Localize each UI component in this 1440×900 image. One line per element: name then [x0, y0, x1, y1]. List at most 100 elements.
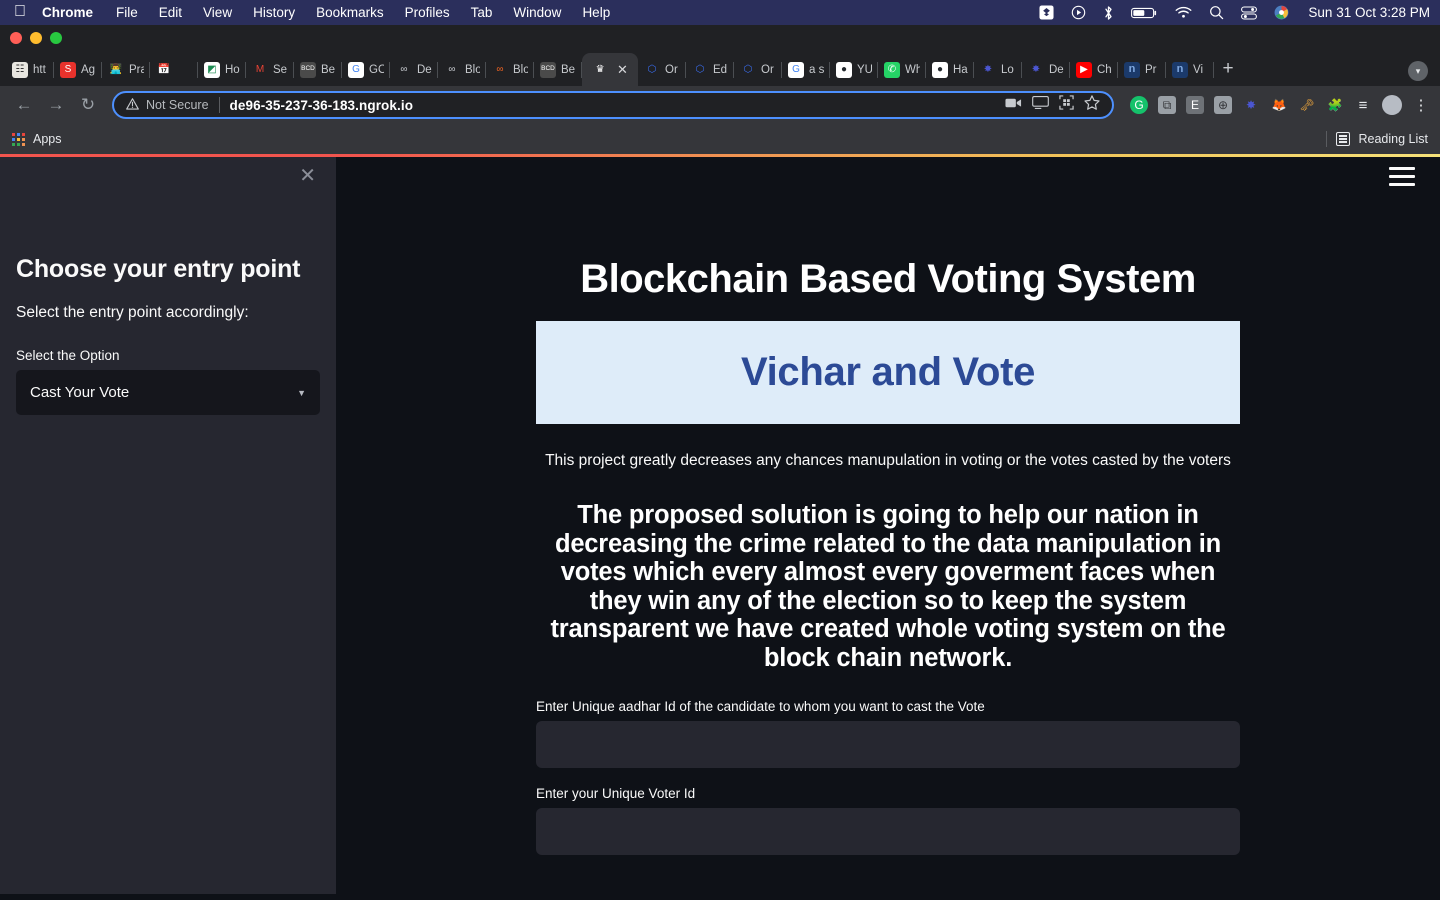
back-button[interactable]: ← [10, 91, 38, 119]
address-bar[interactable]: Not Secure de96-35-237-36-183.ngrok.io [112, 91, 1114, 119]
browser-tab[interactable]: S Ag [54, 53, 102, 86]
chrome-browser-window: ☷ htt S Ag 👨‍💻 Pra 📅 ◩ Ho M Se BCD Be G GO ∞ De ∞ Blo ∞ Blo B… [0, 25, 1440, 894]
menu-help[interactable]: Help [582, 5, 610, 20]
tab-favicon-icon: 📅 [157, 63, 171, 75]
menu-window[interactable]: Window [513, 5, 561, 20]
browser-tab[interactable]: ✆ Wh [878, 53, 926, 86]
menu-file[interactable]: File [116, 5, 138, 20]
chrome-menu-icon[interactable]: ⋮ [1412, 96, 1430, 114]
aadhar-field-label: Enter Unique aadhar Id of the candidate … [536, 699, 985, 715]
browser-tab[interactable]: ⬡ Or [734, 53, 782, 86]
loom-icon[interactable]: ✸ [1242, 96, 1260, 114]
tab-label: Pra [129, 63, 144, 76]
streamlit-main-area: Blockchain Based Voting System Vichar an… [336, 154, 1440, 894]
menu-history[interactable]: History [253, 5, 295, 20]
browser-tab[interactable]: ▶ Ch [1070, 53, 1118, 86]
browser-tab[interactable]: n Vi [1166, 53, 1214, 86]
apps-grid-icon[interactable] [12, 132, 25, 146]
tab-favicon-icon: ♛ [595, 63, 605, 75]
evernote-icon[interactable]: E [1186, 96, 1204, 114]
browser-tab[interactable]: 📅 [150, 53, 198, 86]
browser-tab[interactable]: ∞ Blo [486, 53, 534, 86]
spotlight-search-icon[interactable] [1209, 5, 1224, 20]
menu-bookmarks[interactable]: Bookmarks [316, 5, 384, 20]
voter-field-group: Enter your Unique Voter Id [536, 786, 1240, 856]
tab-label: Wh [905, 63, 920, 76]
browser-tab[interactable]: ● YU [830, 53, 878, 86]
browser-tab[interactable]: G GO [342, 53, 390, 86]
tab-label: Or [761, 63, 774, 76]
hamburger-menu-icon[interactable] [1389, 167, 1415, 186]
metamask-fox-icon[interactable]: 🦊 [1270, 96, 1288, 114]
wifi-icon[interactable] [1175, 6, 1192, 19]
aadhar-id-input[interactable] [536, 721, 1240, 769]
tab-favicon-icon: ✸ [1031, 63, 1041, 75]
macos-menu-bar:  Chrome File Edit View History Bookmark… [0, 0, 1440, 25]
video-camera-icon[interactable] [1005, 96, 1022, 114]
menu-profiles[interactable]: Profiles [405, 5, 450, 20]
voter-field-label: Enter your Unique Voter Id [536, 786, 696, 802]
browser-tab[interactable]: ● Ha [926, 53, 974, 86]
browser-tab-active[interactable]: ♛ ✕ [582, 53, 638, 86]
grammarly-icon[interactable]: G [1130, 96, 1148, 114]
battery-icon[interactable] [1131, 6, 1158, 20]
profile-avatar-icon[interactable] [1382, 95, 1402, 115]
menu-bar-clock[interactable]: Sun 31 Oct 3:28 PM [1308, 5, 1430, 20]
bluetooth-icon[interactable] [1103, 5, 1114, 21]
dropbox-icon[interactable] [1039, 5, 1054, 20]
tab-favicon-icon: G [788, 61, 804, 78]
browser-tab[interactable]: n Pr [1118, 53, 1166, 86]
menu-edit[interactable]: Edit [159, 5, 182, 20]
browser-tab[interactable]: ✸ Lo [974, 53, 1022, 86]
new-tab-button[interactable]: + [1214, 55, 1242, 83]
browser-tab[interactable]: BCD Be [294, 53, 342, 86]
url-text[interactable]: de96-35-237-36-183.ngrok.io [230, 98, 414, 113]
browser-tab[interactable]: ◩ Ho [198, 53, 246, 86]
entry-point-select-value: Cast Your Vote [30, 384, 130, 401]
tab-search-icon[interactable]: ▾ [1408, 61, 1428, 81]
user-avatar-icon[interactable] [1274, 5, 1289, 20]
apple-logo-icon[interactable]:  [14, 3, 26, 20]
browser-tab[interactable]: ⬡ Or [638, 53, 686, 86]
tab-close-icon[interactable]: ✕ [617, 63, 628, 76]
streamlit-sidebar: ✕ Choose your entry point Select the ent… [0, 154, 336, 894]
menu-view[interactable]: View [203, 5, 232, 20]
maximize-window-button[interactable] [50, 32, 62, 44]
clipboard-icon[interactable]: ⧉ [1158, 96, 1176, 114]
bookmarks-divider [1325, 131, 1327, 147]
reload-button[interactable]: ↻ [74, 91, 102, 119]
browser-tab[interactable]: BCD Be [534, 53, 582, 86]
voter-id-input[interactable] [536, 808, 1240, 856]
page-content: Blockchain Based Voting System Vichar an… [536, 154, 1240, 856]
bookmark-apps-label[interactable]: Apps [33, 132, 62, 146]
menu-tab[interactable]: Tab [471, 5, 493, 20]
browser-tab[interactable]: ∞ De [390, 53, 438, 86]
puzzle-extensions-icon[interactable]: 🧩 [1326, 96, 1344, 114]
browser-tab[interactable]: ∞ Blo [438, 53, 486, 86]
browser-tab[interactable]: Ga s [782, 53, 830, 86]
reading-list-icon[interactable] [1335, 132, 1350, 146]
bookmark-star-icon[interactable] [1084, 95, 1100, 115]
globe-icon[interactable]: ⊕ [1214, 96, 1232, 114]
browser-tab[interactable]: ✸ De [1022, 53, 1070, 86]
tab-label: Lo [1001, 63, 1014, 76]
forward-button[interactable]: → [42, 91, 70, 119]
close-icon[interactable]: ✕ [299, 166, 316, 186]
browser-tab[interactable]: ☷ htt [6, 53, 54, 86]
entry-point-select[interactable]: Cast Your Vote ▼ [16, 370, 320, 415]
close-window-button[interactable] [10, 32, 22, 44]
browser-tab[interactable]: M Se [246, 53, 294, 86]
screen-record-icon[interactable] [1071, 5, 1086, 20]
minimize-window-button[interactable] [30, 32, 42, 44]
brand-banner: Vichar and Vote [536, 321, 1240, 424]
cast-icon[interactable] [1032, 96, 1049, 114]
qr-code-icon[interactable] [1059, 95, 1074, 115]
tab-favicon-icon: ● [932, 61, 948, 78]
reading-list-label[interactable]: Reading List [1359, 132, 1429, 146]
control-center-icon[interactable] [1241, 5, 1258, 20]
playlist-icon[interactable]: ≡ [1354, 96, 1372, 114]
browser-tab[interactable]: 👨‍💻 Pra [102, 53, 150, 86]
key-icon[interactable]: 🗝 [1298, 96, 1316, 114]
menu-chrome[interactable]: Chrome [42, 5, 93, 20]
browser-tab[interactable]: ⬡ Ed [686, 53, 734, 86]
